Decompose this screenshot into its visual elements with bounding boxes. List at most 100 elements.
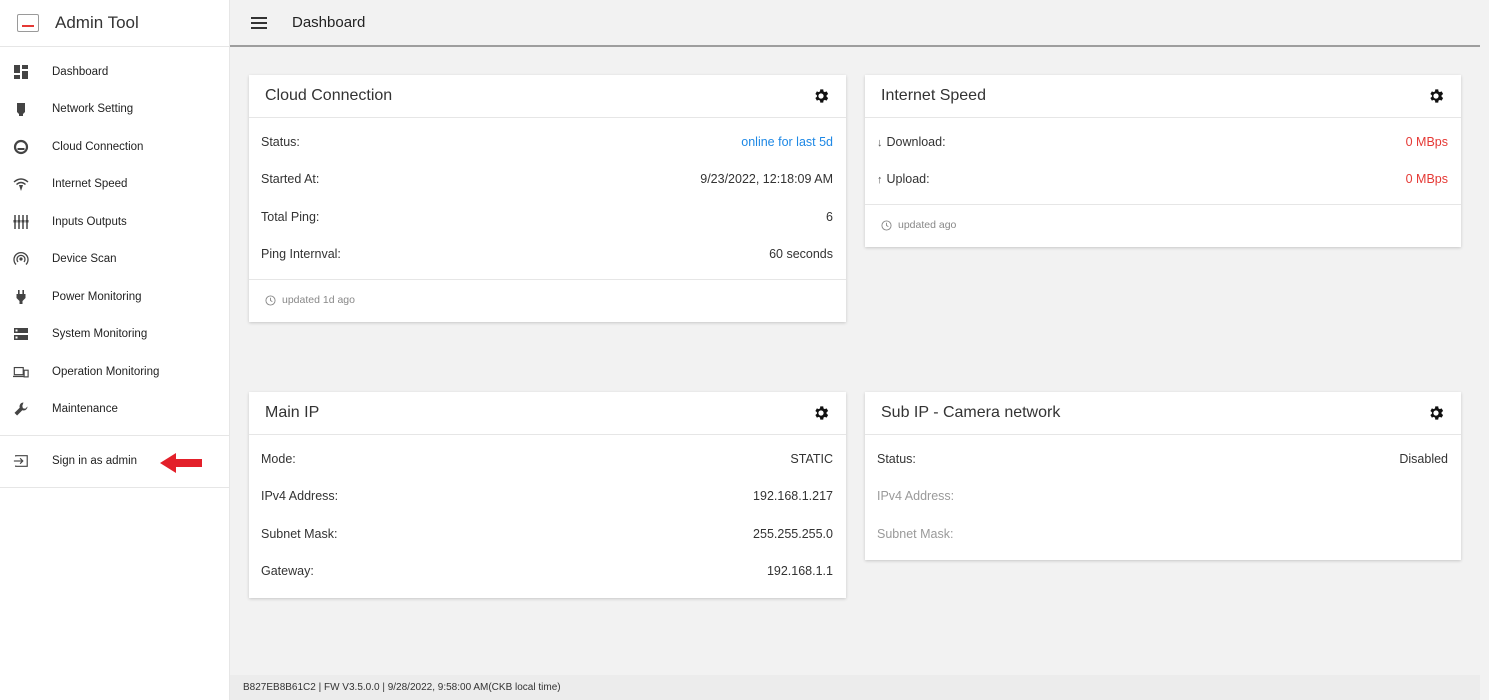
sidebar-item-inputs-outputs[interactable]: Inputs Outputs	[0, 203, 229, 241]
total-ping-row: Total Ping: 6	[249, 198, 846, 236]
brand: Admin Tool	[0, 0, 229, 47]
row-label: Subnet Mask:	[877, 526, 954, 541]
sidebar-item-network-setting[interactable]: Network Setting	[0, 91, 229, 129]
ping-interval-row: Ping Internval: 60 seconds	[249, 236, 846, 274]
updated-text: updated 1d ago	[282, 294, 355, 306]
sidebar-item-cloud-connection[interactable]: Cloud Connection	[0, 128, 229, 166]
gear-icon[interactable]	[812, 87, 830, 105]
card-body: Status: online for last 5d Started At: 9…	[249, 118, 846, 279]
wifi-icon	[0, 176, 52, 192]
sidebar-item-label: Internet Speed	[52, 178, 128, 191]
upload-value: 0 MBps	[1405, 172, 1448, 187]
main-ip-card: Main IP Mode: STATIC IPv4 Address: 192.1…	[249, 392, 846, 598]
upload-row: ↑ Upload: 0 MBps	[865, 161, 1461, 199]
row-value: 192.168.1.217	[753, 489, 833, 504]
sidebar-item-system-monitoring[interactable]: System Monitoring	[0, 316, 229, 354]
row-label: Status:	[261, 134, 300, 149]
row-label: IPv4 Address:	[877, 489, 955, 504]
card-header: Main IP	[249, 392, 846, 435]
clock-icon	[881, 219, 892, 231]
row-label: Gateway:	[261, 564, 314, 579]
status-value: Disabled	[1399, 451, 1448, 466]
row-value: 60 seconds	[769, 247, 833, 262]
started-at-row: Started At: 9/23/2022, 12:18:09 AM	[249, 161, 846, 199]
gateway-row: Gateway: 192.168.1.1	[249, 553, 846, 591]
row-value: 6	[826, 209, 833, 224]
download-row: ↓ Download: 0 MBps	[865, 123, 1461, 161]
wrench-icon	[0, 401, 52, 417]
card-footer: updated 1d ago	[249, 279, 846, 320]
page-title: Dashboard	[292, 14, 366, 31]
card-body: ↓ Download: 0 MBps ↑ Upload: 0 MBps	[865, 118, 1461, 204]
status-footer: B827EB8B61C2 | FW V3.5.0.0 | 9/28/2022, …	[230, 675, 1480, 700]
plug-icon	[0, 289, 52, 305]
sidebar-nav: Dashboard Network Setting Cloud Connecti…	[0, 47, 229, 488]
app-title: Admin Tool	[55, 13, 139, 32]
card-title: Cloud Connection	[265, 87, 393, 104]
cloud-connection-card: Cloud Connection Status: online for last…	[249, 75, 846, 322]
sidebar-item-label: Maintenance	[52, 403, 118, 416]
cloud-icon	[0, 139, 52, 155]
sidebar-item-label: Cloud Connection	[52, 140, 144, 153]
app-logo	[17, 14, 39, 32]
clock-icon	[265, 294, 276, 306]
card-title: Sub IP - Camera network	[881, 404, 1061, 421]
download-value: 0 MBps	[1405, 134, 1448, 149]
row-label: ↑ Upload:	[877, 172, 930, 186]
sidebar-item-label: Inputs Outputs	[52, 215, 127, 228]
row-value: 255.255.255.0	[753, 526, 833, 541]
ethernet-icon	[0, 101, 52, 117]
sidebar-item-label: Device Scan	[52, 253, 117, 266]
card-title: Main IP	[265, 404, 320, 421]
row-label: ↓ Download:	[877, 135, 946, 149]
row-label: Subnet Mask:	[261, 526, 338, 541]
storage-icon	[0, 326, 52, 342]
sidebar-item-maintenance[interactable]: Maintenance	[0, 391, 229, 429]
devices-icon	[0, 364, 52, 380]
login-icon	[0, 453, 52, 469]
gear-icon[interactable]	[812, 404, 830, 422]
top-app-bar: Dashboard	[230, 0, 1480, 47]
dashboard-icon	[0, 64, 52, 80]
row-label: Mode:	[261, 451, 296, 466]
sidebar-item-label: Operation Monitoring	[52, 365, 160, 378]
sidebar-item-label: Sign in as admin	[52, 455, 138, 467]
sidebar-item-power-monitoring[interactable]: Power Monitoring	[0, 278, 229, 316]
hamburger-menu-icon[interactable]	[251, 16, 267, 30]
sidebar-item-operation-monitoring[interactable]: Operation Monitoring	[0, 353, 229, 391]
card-header: Internet Speed	[865, 75, 1461, 118]
card-body: Mode: STATIC IPv4 Address: 192.168.1.217…	[249, 435, 846, 596]
red-arrow-annotation	[160, 453, 202, 473]
arrow-up-icon: ↑	[877, 174, 883, 187]
gear-icon[interactable]	[1427, 404, 1445, 422]
sign-in-as-admin-link[interactable]: Sign in as admin	[0, 442, 229, 480]
subnet-mask-row: Subnet Mask:	[865, 515, 1461, 553]
sidebar-item-label: Network Setting	[52, 103, 134, 116]
status-row: Status: Disabled	[865, 440, 1461, 478]
arrow-down-icon: ↓	[877, 136, 883, 149]
mode-row: Mode: STATIC	[249, 440, 846, 478]
sidebar-item-device-scan[interactable]: Device Scan	[0, 241, 229, 279]
ipv4-address-row: IPv4 Address:	[865, 478, 1461, 516]
device-info-text: B827EB8B61C2 | FW V3.5.0.0 | 9/28/2022, …	[243, 682, 561, 693]
sidebar-item-dashboard[interactable]: Dashboard	[0, 53, 229, 91]
row-value: 9/23/2022, 12:18:09 AM	[700, 172, 833, 187]
internet-speed-card: Internet Speed ↓ Download: 0 MBps ↑ Upload…	[865, 75, 1461, 247]
row-value: STATIC	[790, 451, 833, 466]
sliders-icon	[0, 214, 52, 230]
sidebar-item-label: Dashboard	[52, 65, 109, 78]
divider	[0, 435, 229, 436]
row-value: 192.168.1.1	[766, 564, 833, 579]
subnet-mask-row: Subnet Mask: 255.255.255.0	[249, 515, 846, 553]
sidebar-item-internet-speed[interactable]: Internet Speed	[0, 166, 229, 204]
status-value: online for last 5d	[741, 134, 833, 149]
card-body: Status: Disabled IPv4 Address: Subnet Ma…	[865, 435, 1461, 559]
divider	[0, 487, 229, 488]
card-header: Sub IP - Camera network	[865, 392, 1461, 435]
status-row: Status: online for last 5d	[249, 123, 846, 161]
ipv4-address-row: IPv4 Address: 192.168.1.217	[249, 478, 846, 516]
row-label: Ping Internval:	[261, 247, 341, 262]
gear-icon[interactable]	[1427, 87, 1445, 105]
updated-text: updated ago	[898, 219, 957, 231]
row-label: IPv4 Address:	[261, 489, 339, 504]
